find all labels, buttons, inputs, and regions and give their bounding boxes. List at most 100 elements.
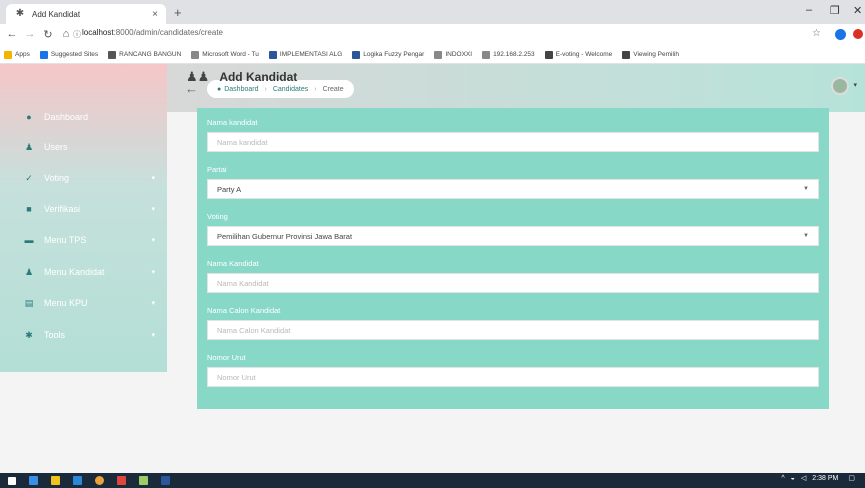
bookmark-label: Logika Fuzzy Pengar — [363, 51, 425, 58]
tab-close-button[interactable]: × — [152, 9, 158, 20]
avatar[interactable] — [831, 77, 849, 95]
sidebar-item-menu-kandidat[interactable]: ♟ Menu Kandidat ▾ — [0, 257, 167, 287]
maximize-button[interactable]: ❐ — [830, 4, 840, 17]
bookmark-label: IMPLEMENTASI ALG — [279, 51, 343, 58]
new-tab-button[interactable]: + — [174, 5, 182, 20]
chevron-up-icon[interactable]: ^ — [781, 475, 784, 482]
sidebar-item-label: Voting — [44, 173, 70, 183]
bookmark-label: Suggested Sites — [50, 51, 99, 58]
url-field[interactable]: localhost:8000/admin/candidates/create — [82, 28, 223, 37]
bookmark-icon — [39, 50, 48, 59]
chrome-icon[interactable] — [95, 476, 104, 485]
bookmark-item[interactable]: 192.168.2.253 — [482, 50, 535, 59]
nomor-urut-input[interactable] — [207, 367, 819, 387]
voting-label: Voting — [207, 212, 228, 221]
bookmark-item[interactable]: Apps — [4, 50, 30, 59]
chevron-down-icon: ▾ — [151, 206, 155, 213]
app-icon[interactable] — [117, 476, 126, 485]
dashboard-icon: ● — [26, 112, 32, 122]
chevron-down-icon: ▾ — [151, 175, 155, 182]
voting-select[interactable]: Pemilihan Gubernur Provinsi Jawa Barat ▼ — [207, 226, 819, 246]
task-view-icon[interactable] — [29, 476, 38, 485]
sidebar-item-label: Menu Kandidat — [44, 267, 105, 277]
chevron-down-icon: ▾ — [151, 300, 155, 307]
sidebar-item-label: Menu KPU — [44, 298, 88, 308]
nama-calon-input[interactable] — [207, 320, 819, 340]
notification-icon[interactable]: ▢ — [848, 474, 855, 482]
chevron-down-icon: ▾ — [151, 332, 155, 339]
profile-icon[interactable] — [835, 29, 846, 40]
reload-icon[interactable]: ↻ — [38, 28, 58, 41]
sidebar-item-tools[interactable]: ✱ Tools ▾ — [0, 320, 167, 350]
bookmark-item[interactable]: RANCANG BANGUN — [108, 50, 181, 59]
bookmark-icon — [4, 50, 12, 59]
nama-calon-label: Nama Calon Kandidat — [207, 306, 281, 315]
volume-icon[interactable]: ◁ — [801, 474, 806, 482]
sidebar-item-menu-kpu[interactable]: ▤ Menu KPU ▾ — [0, 288, 167, 318]
bookmark-label: INDOXXI — [445, 51, 473, 58]
nama-kandidat-input[interactable] — [207, 132, 819, 152]
browser-tab[interactable]: ✱ Add Kandidat × — [6, 4, 166, 24]
users-icon: ♟ — [24, 266, 34, 277]
bookmark-item[interactable]: E-voting - Welcome — [544, 50, 612, 59]
caret-down-icon: ▼ — [803, 186, 809, 192]
browser-tab-bar: ✱ Add Kandidat × + – ❐ ✕ — [0, 0, 865, 24]
verify-icon: ■ — [26, 204, 32, 214]
sidebar-item-users[interactable]: ♟ Users — [0, 132, 167, 162]
minimize-button[interactable]: – — [806, 4, 812, 16]
extension-icon[interactable] — [853, 29, 863, 39]
network-icon[interactable]: ◒ — [791, 475, 795, 482]
bookmark-item[interactable]: INDOXXI — [434, 50, 473, 59]
caret-down-icon[interactable]: ▾ — [853, 81, 857, 89]
system-tray: ^ ◒ ◁ 2:38 PM ▢ — [775, 474, 855, 483]
sidebar-item-label: Dashboard — [44, 112, 89, 122]
bookmark-icon — [268, 50, 277, 59]
breadcrumb-separator: › — [314, 85, 317, 93]
file-explorer-icon[interactable] — [51, 476, 60, 485]
sidebar-item-voting[interactable]: ✓ Voting ▾ — [0, 163, 167, 193]
caret-down-icon: ▼ — [803, 233, 809, 239]
voting-value: Pemilihan Gubernur Provinsi Jawa Barat — [217, 231, 353, 241]
bookmark-item[interactable]: Microsoft Word - Tu — [191, 50, 259, 59]
bookmark-item[interactable]: Viewing Pemilih — [622, 50, 679, 59]
vscode-icon[interactable] — [73, 476, 82, 485]
close-window-button[interactable]: ✕ — [853, 4, 862, 17]
address-bar-row: ← → ↻ ⌂ ⓘ localhost:8000/admin/candidate… — [0, 24, 865, 46]
bookmark-item[interactable]: IMPLEMENTASI ALG — [268, 50, 343, 59]
bookmark-item[interactable]: Suggested Sites — [39, 50, 99, 59]
back-icon[interactable]: ← — [2, 28, 22, 40]
clock[interactable]: 2:38 PM — [812, 475, 838, 482]
nomor-urut-label: Nomor Urut — [207, 353, 246, 362]
windows-taskbar: ^ ◒ ◁ 2:38 PM ▢ — [0, 473, 865, 488]
forward-icon[interactable]: → — [20, 28, 40, 40]
bookmark-label: Viewing Pemilih — [633, 51, 679, 58]
url-host: localhost — [82, 28, 114, 37]
sidebar-item-verifikasi[interactable]: ■ Verifikasi ▾ — [0, 194, 167, 224]
page-title-text: Add Kandidat — [219, 70, 298, 84]
star-icon[interactable]: ☆ — [812, 28, 821, 39]
tools-icon: ✱ — [25, 329, 33, 340]
info-icon[interactable]: ⓘ — [73, 29, 81, 40]
bookmark-icon — [434, 50, 443, 59]
windows-start-icon[interactable] — [8, 476, 16, 485]
bookmarks-bar: Apps Suggested Sites RANCANG BANGUN Microso… — [0, 46, 865, 64]
nama-kandidat2-input[interactable] — [207, 273, 819, 293]
breadcrumb-dashboard[interactable]: Dashboard — [224, 86, 258, 93]
bookmark-item[interactable]: Logika Fuzzy Pengar — [352, 50, 425, 59]
sidebar-item-dashboard[interactable]: ● Dashboard — [0, 102, 167, 132]
candidate-form: Nama kandidat Partai Party A ▼ Voting Pe… — [197, 108, 829, 409]
page-title: ♟♟ Add Kandidat — [186, 69, 297, 85]
tab-title: Add Kandidat — [32, 9, 81, 19]
breadcrumb-create: Create — [322, 85, 344, 93]
sidebar-item-label: Tools — [44, 330, 66, 340]
breadcrumb-candidates[interactable]: Candidates — [273, 86, 308, 93]
word-icon[interactable] — [161, 476, 170, 485]
notepad-icon[interactable] — [139, 476, 148, 485]
nama-kandidat-label: Nama kandidat — [207, 118, 258, 127]
partai-value: Party A — [217, 184, 242, 194]
partai-select[interactable]: Party A ▼ — [207, 179, 819, 199]
bookmark-icon — [544, 50, 553, 59]
folder-icon: ▬ — [24, 235, 34, 245]
check-icon: ✓ — [25, 172, 33, 183]
sidebar-item-menu-tps[interactable]: ▬ Menu TPS ▾ — [0, 225, 167, 255]
